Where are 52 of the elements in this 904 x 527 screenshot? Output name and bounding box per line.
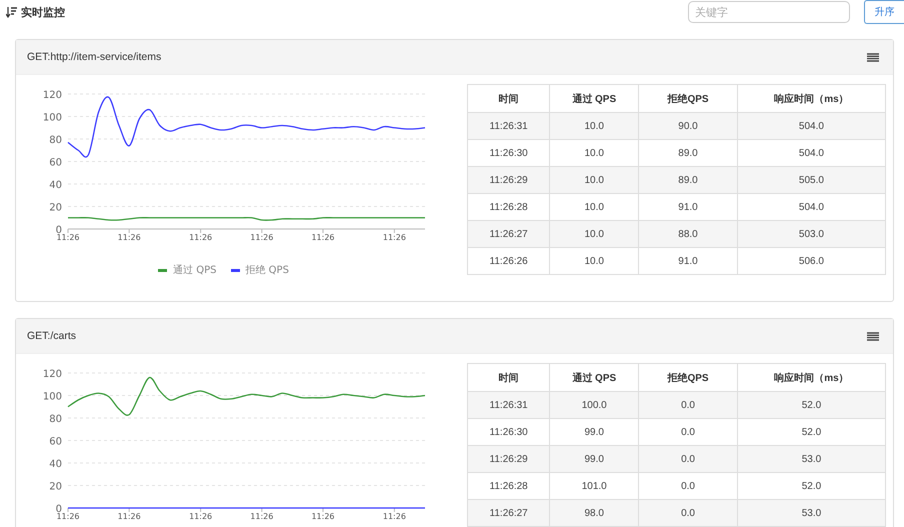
column-header: 响应时间（ms）: [737, 364, 886, 392]
sort-button[interactable]: 升序: [864, 0, 904, 24]
column-header: 拒绝QPS: [638, 364, 738, 392]
column-header: 通过 QPS: [550, 84, 639, 112]
axis-label: 80: [49, 135, 62, 146]
axis-label: 100: [42, 392, 62, 402]
axis-label: 80: [49, 414, 62, 425]
axis-label: 60: [49, 436, 62, 448]
table-cell: 10.0: [550, 248, 639, 274]
search-field[interactable]: 关键字: [688, 1, 850, 23]
axis-label: 40: [49, 180, 62, 191]
axis-label: 11:26: [189, 512, 212, 520]
axis-label: 100: [42, 112, 62, 124]
axis-label: 11:26: [118, 233, 141, 241]
table-cell: 91.0: [638, 248, 738, 274]
axis-label: 20: [49, 202, 62, 214]
column-header: 通过 QPS: [550, 364, 639, 392]
table-cell: 98.0: [550, 500, 639, 526]
column-header: 响应时间（ms）: [737, 84, 886, 112]
axis-label: 60: [49, 158, 62, 168]
legend-item[interactable]: 拒绝 QPS: [230, 263, 289, 277]
menu-icon[interactable]: [867, 332, 879, 340]
table-cell: 11:26:26: [468, 248, 550, 274]
sort-icon: [6, 6, 17, 18]
column-header: 时间: [468, 84, 550, 112]
axis-label: 11:26: [311, 233, 335, 241]
axis-label: 0: [56, 225, 62, 236]
resource-name: GET:http://item-service/items: [27, 51, 162, 63]
axis-label: 11:26: [382, 512, 406, 520]
legend-item[interactable]: 通过 QPS: [158, 263, 216, 277]
axis-label: 120: [42, 90, 62, 101]
column-header: 拒绝QPS: [638, 84, 738, 112]
axis-label: 20: [49, 482, 62, 492]
table-cell: 506.0: [737, 248, 886, 274]
resource-name: GET:/carts: [27, 330, 76, 342]
menu-icon[interactable]: [867, 52, 879, 62]
page-title: 实时监控: [21, 4, 66, 20]
axis-label: 11:26: [56, 233, 80, 241]
axis-label: 11:26: [118, 512, 141, 520]
axis-label: 11:26: [250, 233, 274, 241]
axis-label: 11:26: [56, 512, 80, 520]
table-cell: 11:26:27: [468, 500, 550, 526]
axis-label: 11:26: [250, 512, 274, 520]
table-cell: 0.0: [638, 500, 738, 526]
axis-label: 0: [56, 504, 62, 515]
axis-label: 11:26: [311, 512, 335, 520]
axis-label: 120: [42, 369, 62, 380]
axis-label: 11:26: [189, 233, 212, 241]
column-header: 时间: [468, 364, 550, 392]
table-cell: 53.0: [737, 500, 886, 526]
axis-label: 11:26: [382, 233, 406, 241]
axis-label: 40: [49, 459, 62, 470]
